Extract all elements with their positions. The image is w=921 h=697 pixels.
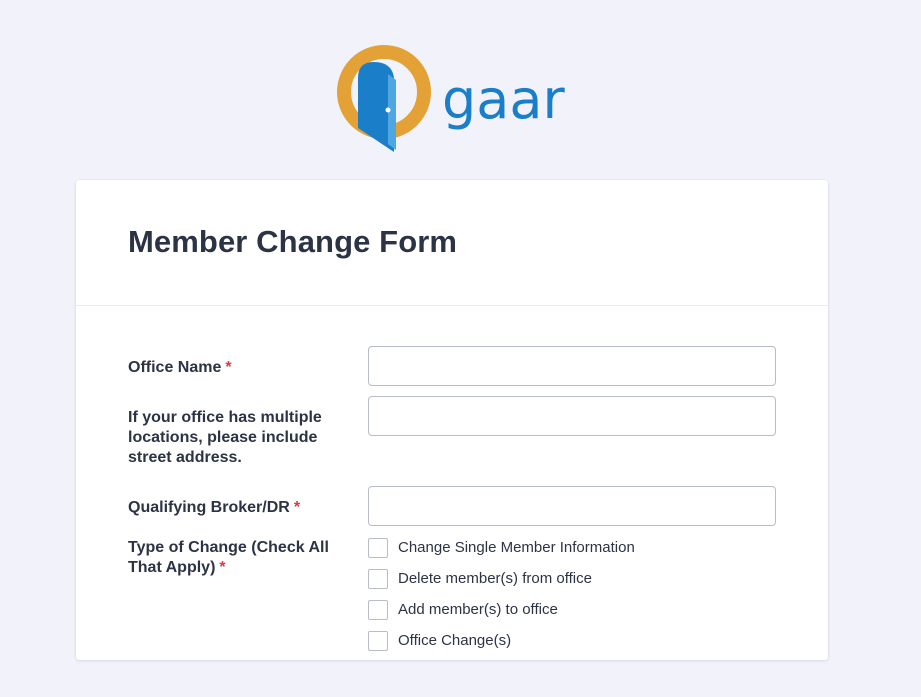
required-marker: *: [293, 499, 301, 516]
checkbox[interactable]: [368, 538, 388, 558]
checkbox[interactable]: [368, 600, 388, 620]
gaar-logo-mark: gaar: [337, 45, 565, 152]
option-delete-members[interactable]: Delete member(s) from office: [368, 569, 635, 589]
form-header: Member Change Form: [76, 180, 828, 306]
option-label: Add member(s) to office: [398, 601, 558, 618]
qualifying-broker-input[interactable]: [368, 486, 776, 526]
gaar-logo-text: gaar: [442, 68, 565, 131]
office-name-label: Office Name *: [128, 359, 232, 376]
option-label: Delete member(s) from office: [398, 570, 592, 587]
change-type-label: Type of Change (Check All That Apply) *: [128, 539, 329, 576]
change-type-options: Change Single Member Information Delete …: [368, 538, 635, 660]
street-address-input[interactable]: [368, 396, 776, 436]
option-add-members[interactable]: Add member(s) to office: [368, 600, 635, 620]
form-card: Member Change Form Office Name * If your …: [76, 180, 828, 660]
street-address-label: If your office has multiple locations, p…: [128, 409, 322, 466]
required-marker: *: [225, 359, 232, 376]
option-label: Change Single Member Information: [398, 539, 635, 556]
form-title: Member Change Form: [128, 224, 458, 259]
option-office-changes[interactable]: Office Change(s): [368, 631, 635, 651]
office-name-input[interactable]: [368, 346, 776, 386]
checkbox[interactable]: [368, 631, 388, 651]
checkbox[interactable]: [368, 569, 388, 589]
qualifying-broker-label: Qualifying Broker/DR *: [128, 499, 301, 516]
option-label: Office Change(s): [398, 632, 512, 649]
option-change-single-member[interactable]: Change Single Member Information: [368, 538, 635, 558]
required-marker: *: [219, 559, 226, 576]
gaar-logo: gaar: [336, 44, 576, 156]
